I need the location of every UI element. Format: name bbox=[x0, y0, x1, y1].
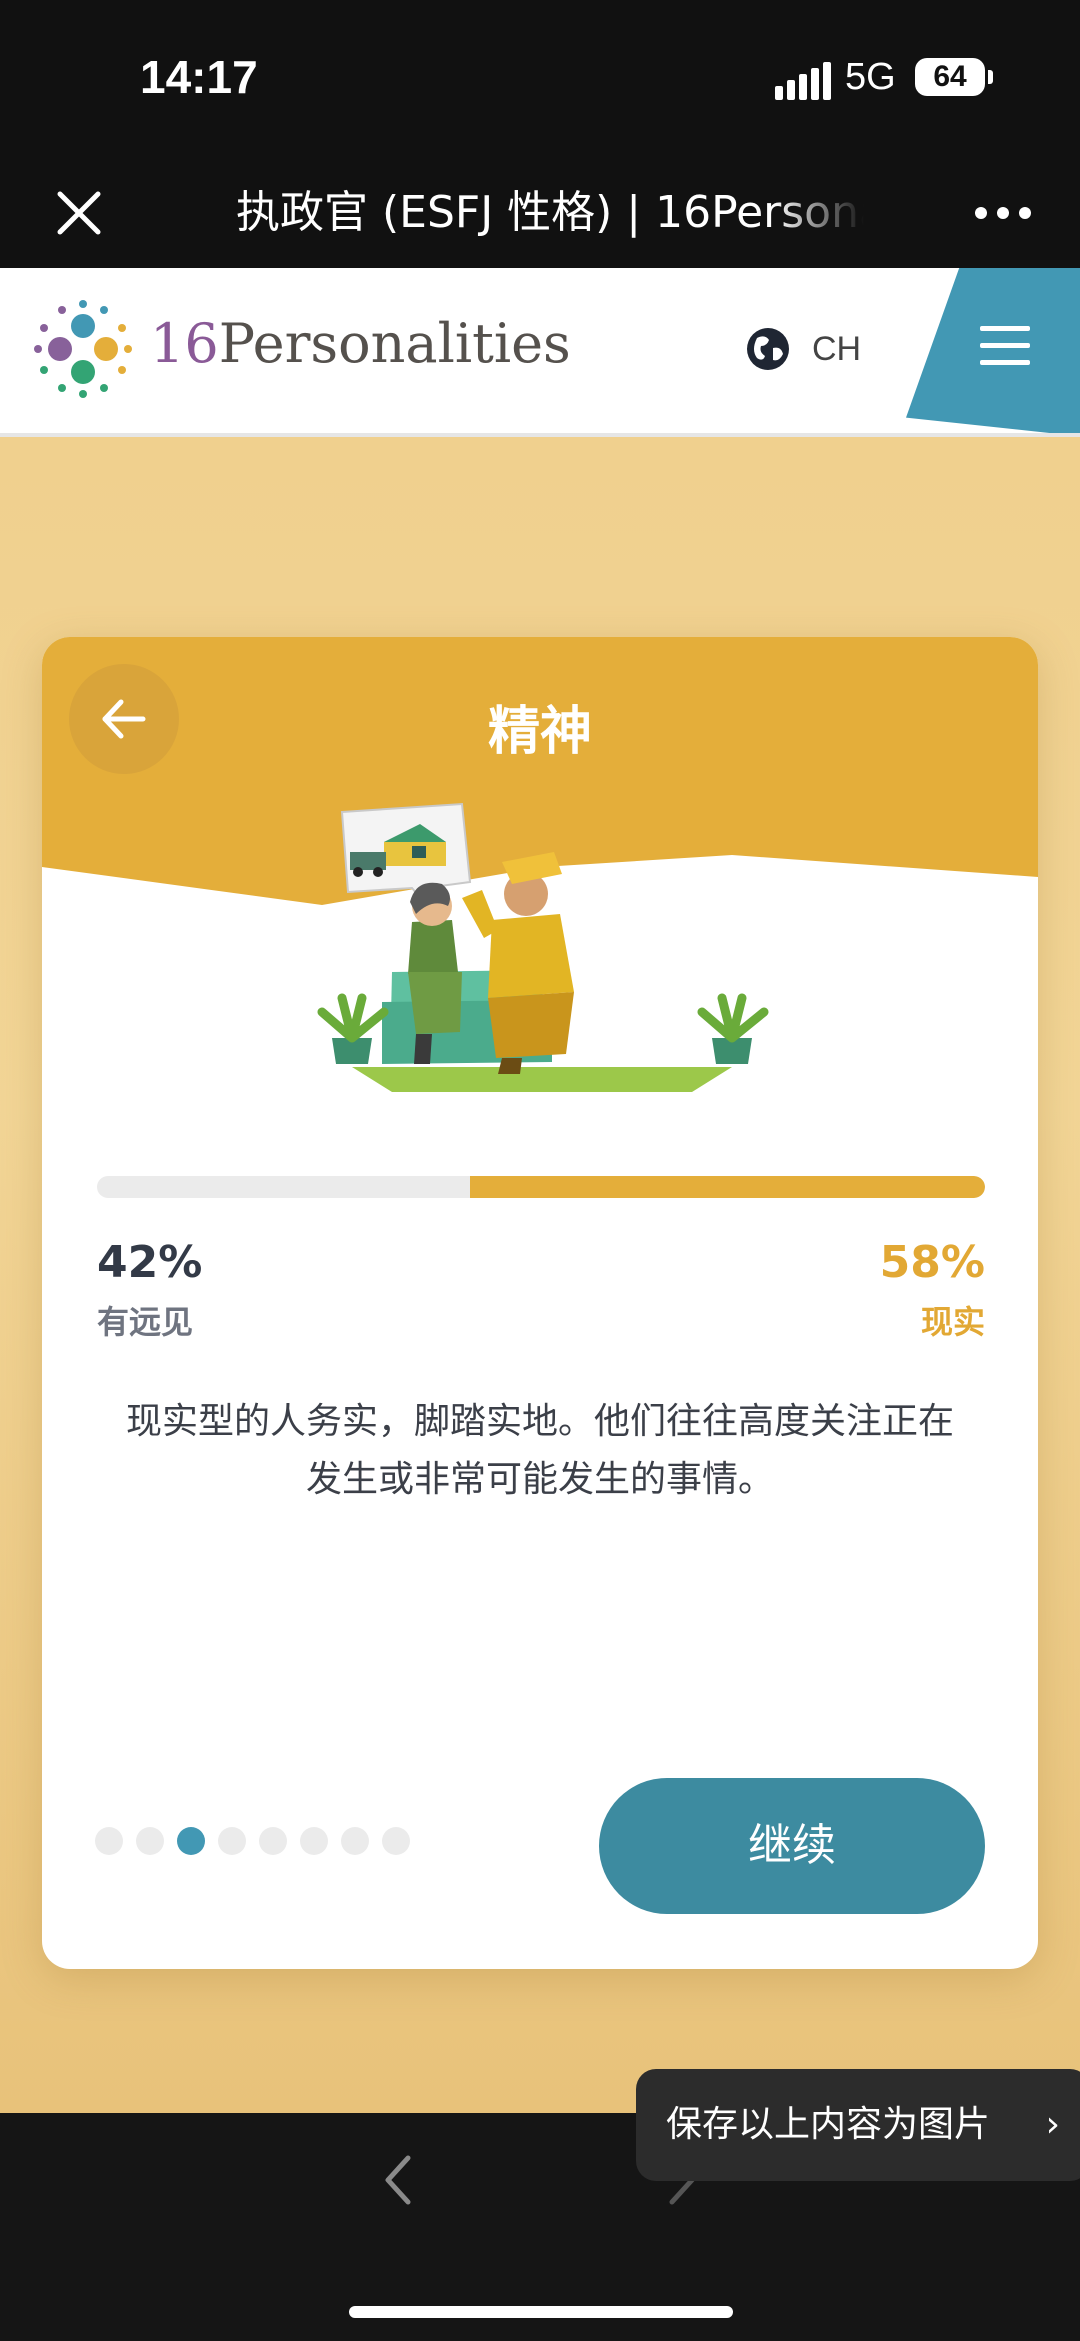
trait-card: 精神 42% 有远见 58% 现实 现实型的人务实，脚踏实地。他们往往高度关注正… bbox=[42, 637, 1038, 1969]
trait-description: 现实型的人务实，脚踏实地。他们往往高度关注正在 发生或非常可能发生的事情。 bbox=[82, 1393, 998, 1509]
pagination-dot[interactable] bbox=[136, 1827, 164, 1855]
site-header: 16Personalities CH bbox=[0, 268, 1080, 437]
chevron-right-icon: › bbox=[1045, 2104, 1060, 2145]
pagination-dot[interactable] bbox=[95, 1827, 123, 1855]
hamburger-menu-icon[interactable] bbox=[980, 326, 1030, 366]
status-bar: 14:17 5G 64 bbox=[0, 0, 1080, 160]
pagination-dot[interactable] bbox=[300, 1827, 328, 1855]
pagination-dot[interactable] bbox=[382, 1827, 410, 1855]
battery-icon: 64 bbox=[915, 58, 985, 96]
home-indicator[interactable] bbox=[349, 2306, 733, 2318]
people-conversation-illustration bbox=[317, 802, 769, 1092]
language-selector[interactable]: CH bbox=[812, 330, 861, 369]
trait-progress-fill bbox=[469, 1176, 985, 1198]
pagination-dot[interactable] bbox=[177, 1827, 205, 1855]
logo-icon[interactable] bbox=[30, 296, 136, 402]
logo-wordmark[interactable]: 16Personalities bbox=[150, 312, 571, 375]
pagination-dot[interactable] bbox=[259, 1827, 287, 1855]
globe-icon[interactable] bbox=[745, 326, 791, 372]
signal-strength-icon bbox=[775, 62, 833, 100]
left-trait-label: 有远见 bbox=[97, 1303, 194, 1341]
pagination-dot[interactable] bbox=[341, 1827, 369, 1855]
logo-word: Personalities bbox=[218, 312, 571, 375]
page-title: 执政官 (ESFJ 性格) | 16Personalities bbox=[236, 182, 864, 244]
browser-back-icon[interactable] bbox=[378, 2150, 418, 2210]
card-title: 精神 bbox=[487, 702, 592, 762]
more-options-icon[interactable] bbox=[975, 198, 1035, 228]
trait-progress-bar bbox=[97, 1176, 985, 1198]
close-icon[interactable] bbox=[48, 182, 110, 244]
status-time: 14:17 bbox=[140, 51, 258, 103]
browser-title-bar: 执政官 (ESFJ 性格) | 16Personalities bbox=[0, 160, 1080, 268]
left-trait-percent: 42% bbox=[97, 1237, 203, 1288]
network-type: 5G bbox=[845, 56, 896, 98]
pagination-dot[interactable] bbox=[218, 1827, 246, 1855]
continue-button[interactable]: 继续 bbox=[599, 1778, 985, 1914]
save-as-image-label: 保存以上内容为图片 bbox=[666, 2104, 991, 2145]
save-as-image-toast[interactable]: 保存以上内容为图片 › bbox=[636, 2069, 1080, 2181]
right-trait-label: 现实 bbox=[920, 1303, 985, 1341]
logo-number: 16 bbox=[150, 312, 219, 375]
trait-description-line-2: 发生或非常可能发生的事情。 bbox=[305, 1459, 774, 1500]
trait-description-line-1: 现实型的人务实，脚踏实地。他们往往高度关注正在 bbox=[125, 1401, 954, 1442]
right-trait-percent: 58% bbox=[879, 1237, 985, 1288]
battery-tip bbox=[988, 70, 993, 84]
